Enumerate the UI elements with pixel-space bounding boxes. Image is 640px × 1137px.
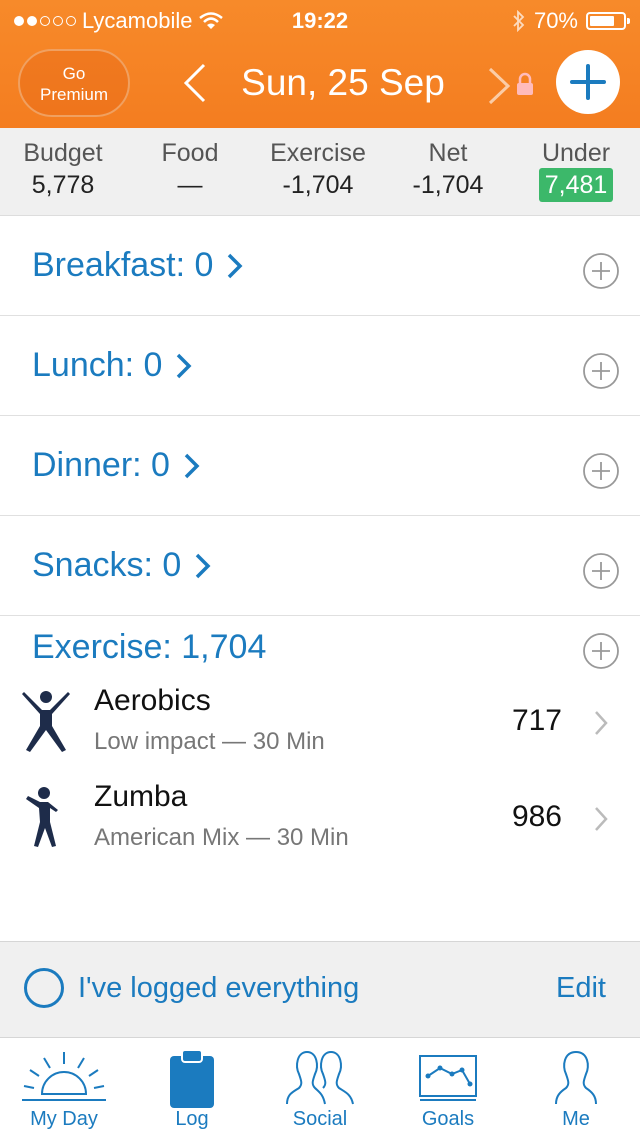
tab-label: Goals bbox=[421, 1108, 475, 1130]
go-premium-button[interactable]: Go Premium bbox=[18, 49, 130, 117]
tab-me[interactable]: Me bbox=[512, 1038, 640, 1137]
exercise-calories: 717 bbox=[511, 704, 562, 737]
lock-icon bbox=[517, 72, 533, 95]
chevron-right-icon bbox=[595, 711, 608, 735]
next-day-icon[interactable] bbox=[486, 66, 512, 106]
tab-my-day[interactable]: My Day bbox=[0, 1038, 128, 1137]
under-badge: 7,481 bbox=[538, 168, 614, 202]
summary-exercise: Exercise -1,704 bbox=[258, 138, 378, 202]
tab-label: Log bbox=[175, 1108, 209, 1130]
exercise-section-title[interactable]: Exercise: 1,704 bbox=[32, 628, 266, 667]
meal-title[interactable]: Breakfast: 0 bbox=[32, 246, 247, 285]
add-dinner-icon[interactable] bbox=[582, 452, 620, 490]
logged-checkbox[interactable] bbox=[24, 968, 64, 1008]
people-icon bbox=[286, 1051, 354, 1105]
chevron-right-icon bbox=[228, 253, 243, 278]
summary-label: Under bbox=[541, 139, 611, 167]
tab-log[interactable]: Log bbox=[128, 1038, 256, 1137]
summary-food: Food — bbox=[140, 138, 240, 202]
meal-label: Snacks: 0 bbox=[32, 546, 182, 584]
premium-line2: Premium bbox=[39, 85, 108, 104]
tab-goals[interactable]: Goals bbox=[384, 1038, 512, 1137]
plus-icon bbox=[570, 64, 606, 100]
meal-label: Breakfast: 0 bbox=[32, 246, 214, 284]
exercise-detail: American Mix — 30 Min bbox=[94, 824, 349, 851]
summary-under: Under 7,481 bbox=[526, 138, 626, 202]
meal-label: Dinner: 0 bbox=[32, 446, 170, 484]
calorie-summary: Budget 5,778 Food — Exercise -1,704 Net … bbox=[0, 128, 640, 216]
summary-label: Exercise bbox=[270, 139, 366, 167]
previous-day-icon[interactable] bbox=[180, 62, 210, 104]
sunrise-icon bbox=[22, 1052, 106, 1101]
tab-social[interactable]: Social bbox=[256, 1038, 384, 1137]
logged-everything-label[interactable]: I've logged everything bbox=[78, 972, 359, 1005]
exercise-name: Aerobics bbox=[94, 684, 211, 717]
summary-label: Budget bbox=[23, 139, 103, 167]
current-date[interactable]: Sun, 25 Sep bbox=[228, 62, 458, 104]
tab-label: My Day bbox=[30, 1108, 98, 1130]
person-icon bbox=[555, 1051, 597, 1105]
chart-icon bbox=[419, 1055, 477, 1101]
add-breakfast-icon[interactable] bbox=[582, 252, 620, 290]
summary-budget: Budget 5,778 bbox=[8, 138, 118, 202]
meal-title[interactable]: Lunch: 0 bbox=[32, 346, 196, 385]
logged-everything-bar: I've logged everything Edit bbox=[0, 941, 640, 1037]
summary-value: -1,704 bbox=[412, 171, 484, 199]
premium-line1: Go bbox=[62, 64, 86, 83]
chevron-right-icon bbox=[196, 553, 211, 578]
summary-label: Net bbox=[428, 139, 468, 167]
battery-percent: 70% bbox=[533, 8, 578, 33]
summary-value: 5,778 bbox=[31, 171, 95, 199]
app-header: Lycamobile 19:22 70% Go Premium Sun, 25 … bbox=[0, 0, 640, 128]
meal-row-lunch[interactable]: Lunch: 0 bbox=[0, 316, 640, 416]
chevron-right-icon bbox=[177, 353, 192, 378]
meal-label: Lunch: 0 bbox=[32, 346, 163, 384]
tab-label: Me bbox=[562, 1108, 590, 1130]
meal-row-breakfast[interactable]: Breakfast: 0 bbox=[0, 216, 640, 316]
tab-bar: My Day Log Social Goals Me bbox=[0, 1037, 640, 1136]
summary-value: -1,704 bbox=[282, 171, 354, 199]
meal-title[interactable]: Snacks: 0 bbox=[32, 546, 215, 585]
zumba-figure-icon bbox=[26, 787, 58, 847]
exercise-calories: 986 bbox=[511, 800, 562, 833]
add-lunch-icon[interactable] bbox=[582, 352, 620, 390]
bluetooth-icon bbox=[513, 10, 525, 32]
add-snack-icon[interactable] bbox=[582, 552, 620, 590]
add-exercise-icon[interactable] bbox=[582, 632, 620, 670]
meal-row-dinner[interactable]: Dinner: 0 bbox=[0, 416, 640, 516]
status-bar: Lycamobile 19:22 70% bbox=[0, 0, 640, 40]
chevron-right-icon bbox=[184, 453, 200, 478]
chevron-right-icon bbox=[595, 807, 608, 831]
exercise-item[interactable]: Zumba American Mix — 30 Min 986 bbox=[0, 780, 640, 876]
meal-title[interactable]: Dinner: 0 bbox=[32, 446, 204, 485]
meal-row-snacks[interactable]: Snacks: 0 bbox=[0, 516, 640, 616]
add-entry-button[interactable] bbox=[556, 50, 620, 114]
edit-button[interactable]: Edit bbox=[556, 972, 606, 1005]
exercise-item[interactable]: Aerobics Low impact — 30 Min 717 bbox=[0, 684, 640, 780]
aerobics-figure-icon bbox=[22, 691, 70, 752]
battery-icon bbox=[586, 12, 630, 30]
exercise-name: Zumba bbox=[94, 780, 188, 813]
clipboard-icon bbox=[170, 1049, 214, 1108]
exercise-detail: Low impact — 30 Min bbox=[94, 728, 325, 755]
summary-value: — bbox=[177, 171, 203, 199]
summary-label: Food bbox=[161, 139, 219, 167]
tab-label: Social bbox=[292, 1108, 348, 1130]
summary-net: Net -1,704 bbox=[398, 138, 498, 202]
